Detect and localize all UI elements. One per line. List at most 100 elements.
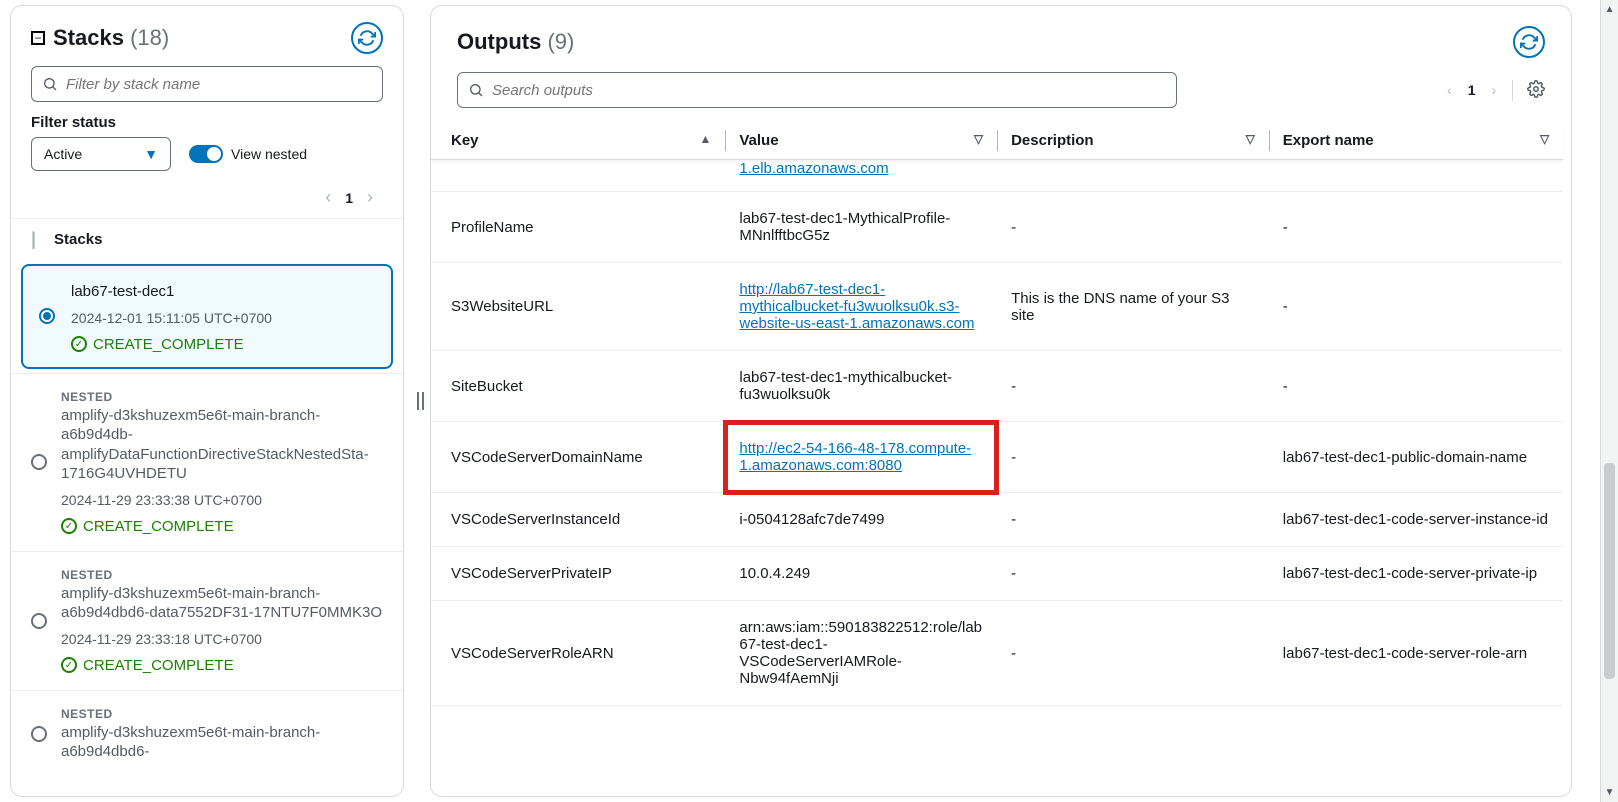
outputs-table: Key▲ Value▽ Description▽ Export name▽ 1.… — [431, 122, 1563, 706]
cell-value: 1.elb.amazonaws.com — [725, 160, 997, 192]
radio-button[interactable] — [39, 308, 55, 324]
nested-badge: NESTED — [61, 707, 383, 721]
chevron-down-icon: ▼ — [144, 146, 158, 162]
col-value[interactable]: Value▽ — [725, 122, 997, 160]
check-icon: ✓ — [61, 657, 77, 673]
cell-desc: - — [997, 493, 1269, 547]
stack-status: ✓CREATE_COMPLETE — [71, 336, 373, 353]
cell-value: i-0504128afc7de7499 — [725, 493, 997, 547]
stacks-sidebar: − Stacks (18) Filter status Active ▼ — [10, 5, 404, 797]
nested-badge: NESTED — [61, 390, 383, 404]
output-link[interactable]: 1.elb.amazonaws.com — [739, 160, 888, 177]
table-row: VSCodeServerInstanceIdi-0504128afc7de749… — [431, 493, 1563, 547]
stack-list: lab67-test-dec12024-12-01 15:11:05 UTC+0… — [11, 260, 403, 796]
cell-desc: - — [997, 547, 1269, 601]
splitter-icon — [416, 392, 426, 410]
gear-icon — [1527, 80, 1545, 98]
cell-export: - — [1269, 192, 1563, 263]
sort-icon: ▽ — [974, 132, 983, 146]
cell-export — [1269, 160, 1563, 192]
table-row: VSCodeServerDomainNamehttp://ec2-54-166-… — [431, 422, 1563, 493]
stacks-title: Stacks (18) — [53, 25, 169, 51]
stack-timestamp: 2024-11-29 23:33:38 UTC+0700 — [61, 492, 383, 508]
search-icon — [468, 82, 484, 98]
stack-status: ✓CREATE_COMPLETE — [61, 518, 383, 535]
cell-export: lab67-test-dec1-code-server-role-arn — [1269, 601, 1563, 706]
outputs-search[interactable] — [457, 72, 1177, 108]
cell-key: VSCodeServerInstanceId — [431, 493, 725, 547]
cell-export: - — [1269, 263, 1563, 351]
stack-item[interactable]: NESTED amplify-d3kshuzexm5e6t-main-branch… — [11, 551, 403, 690]
search-icon — [42, 76, 58, 92]
table-row: ProfileNamelab67-test-dec1-MythicalProfi… — [431, 192, 1563, 263]
table-row: VSCodeServerRoleARNarn:aws:iam::59018382… — [431, 601, 1563, 706]
cell-export: lab67-test-dec1-code-server-instance-id — [1269, 493, 1563, 547]
sort-icon: ▽ — [1246, 132, 1255, 146]
table-row: 1.elb.amazonaws.com — [431, 160, 1563, 192]
refresh-outputs-button[interactable] — [1513, 26, 1545, 58]
cell-export: lab67-test-dec1-code-server-private-ip — [1269, 547, 1563, 601]
cell-export: lab67-test-dec1-public-domain-name — [1269, 422, 1563, 493]
output-link[interactable]: http://lab67-test-dec1-mythicalbucket-fu… — [739, 281, 974, 332]
output-link[interactable]: http://ec2-54-166-48-178.compute-1.amazo… — [739, 440, 971, 474]
col-export[interactable]: Export name▽ — [1269, 122, 1563, 160]
outputs-count: (9) — [547, 29, 574, 54]
stack-item[interactable]: NESTED amplify-d3kshuzexm5e6t-main-branch… — [11, 373, 403, 551]
view-nested-label: View nested — [231, 146, 307, 162]
cell-desc: - — [997, 601, 1269, 706]
page-number: 1 — [345, 190, 353, 206]
stack-search[interactable] — [31, 66, 383, 102]
table-row: VSCodeServerPrivateIP10.0.4.249-lab67-te… — [431, 547, 1563, 601]
cell-desc: - — [997, 192, 1269, 263]
refresh-icon — [1520, 33, 1538, 51]
stack-item[interactable]: NESTED amplify-d3kshuzexm5e6t-main-branch… — [11, 690, 403, 778]
col-description[interactable]: Description▽ — [997, 122, 1269, 160]
scrollbar-thumb[interactable] — [1604, 463, 1615, 679]
collapse-icon[interactable]: − — [31, 31, 45, 45]
outputs-panel: Outputs (9) ‹ 1 › — [430, 5, 1572, 797]
filter-status-select[interactable]: Active ▼ — [31, 137, 171, 171]
nested-badge: NESTED — [61, 568, 383, 582]
stack-name: amplify-d3kshuzexm5e6t-main-branch-a6b9d… — [61, 584, 383, 623]
stack-name: amplify-d3kshuzexm5e6t-main-branch-a6b9d… — [61, 406, 383, 484]
cell-desc: - — [997, 351, 1269, 422]
filter-status-value: Active — [44, 146, 82, 162]
radio-button[interactable] — [31, 454, 47, 470]
refresh-stacks-button[interactable] — [351, 22, 383, 54]
cell-desc — [997, 160, 1269, 192]
vertical-scrollbar[interactable]: ▲ ▼ — [1600, 0, 1618, 802]
check-icon: ✓ — [61, 518, 77, 534]
cell-value: http://lab67-test-dec1-mythicalbucket-fu… — [725, 263, 997, 351]
cell-key: VSCodeServerPrivateIP — [431, 547, 725, 601]
stacks-subheading: | Stacks — [11, 218, 403, 260]
prev-page-button[interactable]: ‹ — [325, 187, 331, 208]
cell-value: lab67-test-dec1-mythicalbucket-fu3wuolks… — [725, 351, 997, 422]
table-row: SiteBucketlab67-test-dec1-mythicalbucket… — [431, 351, 1563, 422]
prev-page-button[interactable]: ‹ — [1447, 82, 1452, 98]
view-nested-toggle[interactable] — [189, 145, 223, 163]
next-page-button[interactable]: › — [367, 187, 373, 208]
cell-key: SiteBucket — [431, 351, 725, 422]
next-page-button[interactable]: › — [1492, 82, 1497, 98]
cell-key: S3WebsiteURL — [431, 263, 725, 351]
panel-splitter[interactable] — [412, 0, 430, 802]
cell-key — [431, 160, 725, 192]
cell-value: http://ec2-54-166-48-178.compute-1.amazo… — [725, 422, 997, 493]
scroll-up-icon: ▲ — [1605, 4, 1615, 15]
radio-button[interactable] — [31, 726, 47, 742]
filter-status-label: Filter status — [31, 114, 383, 131]
sort-icon: ▽ — [1540, 132, 1549, 146]
cell-value: 10.0.4.249 — [725, 547, 997, 601]
check-icon: ✓ — [71, 336, 87, 352]
stack-status: ✓CREATE_COMPLETE — [61, 657, 383, 674]
refresh-icon — [358, 29, 376, 47]
stack-search-input[interactable] — [66, 76, 372, 93]
outputs-search-input[interactable] — [492, 82, 1166, 99]
col-key[interactable]: Key▲ — [431, 122, 725, 160]
cell-value: lab67-test-dec1-MythicalProfile-MNnlfftb… — [725, 192, 997, 263]
stack-item[interactable]: lab67-test-dec12024-12-01 15:11:05 UTC+0… — [21, 264, 393, 369]
stack-name: amplify-d3kshuzexm5e6t-main-branch-a6b9d… — [61, 723, 383, 762]
settings-button[interactable] — [1512, 80, 1545, 101]
radio-button[interactable] — [31, 613, 47, 629]
cell-value: arn:aws:iam::590183822512:role/lab67-tes… — [725, 601, 997, 706]
